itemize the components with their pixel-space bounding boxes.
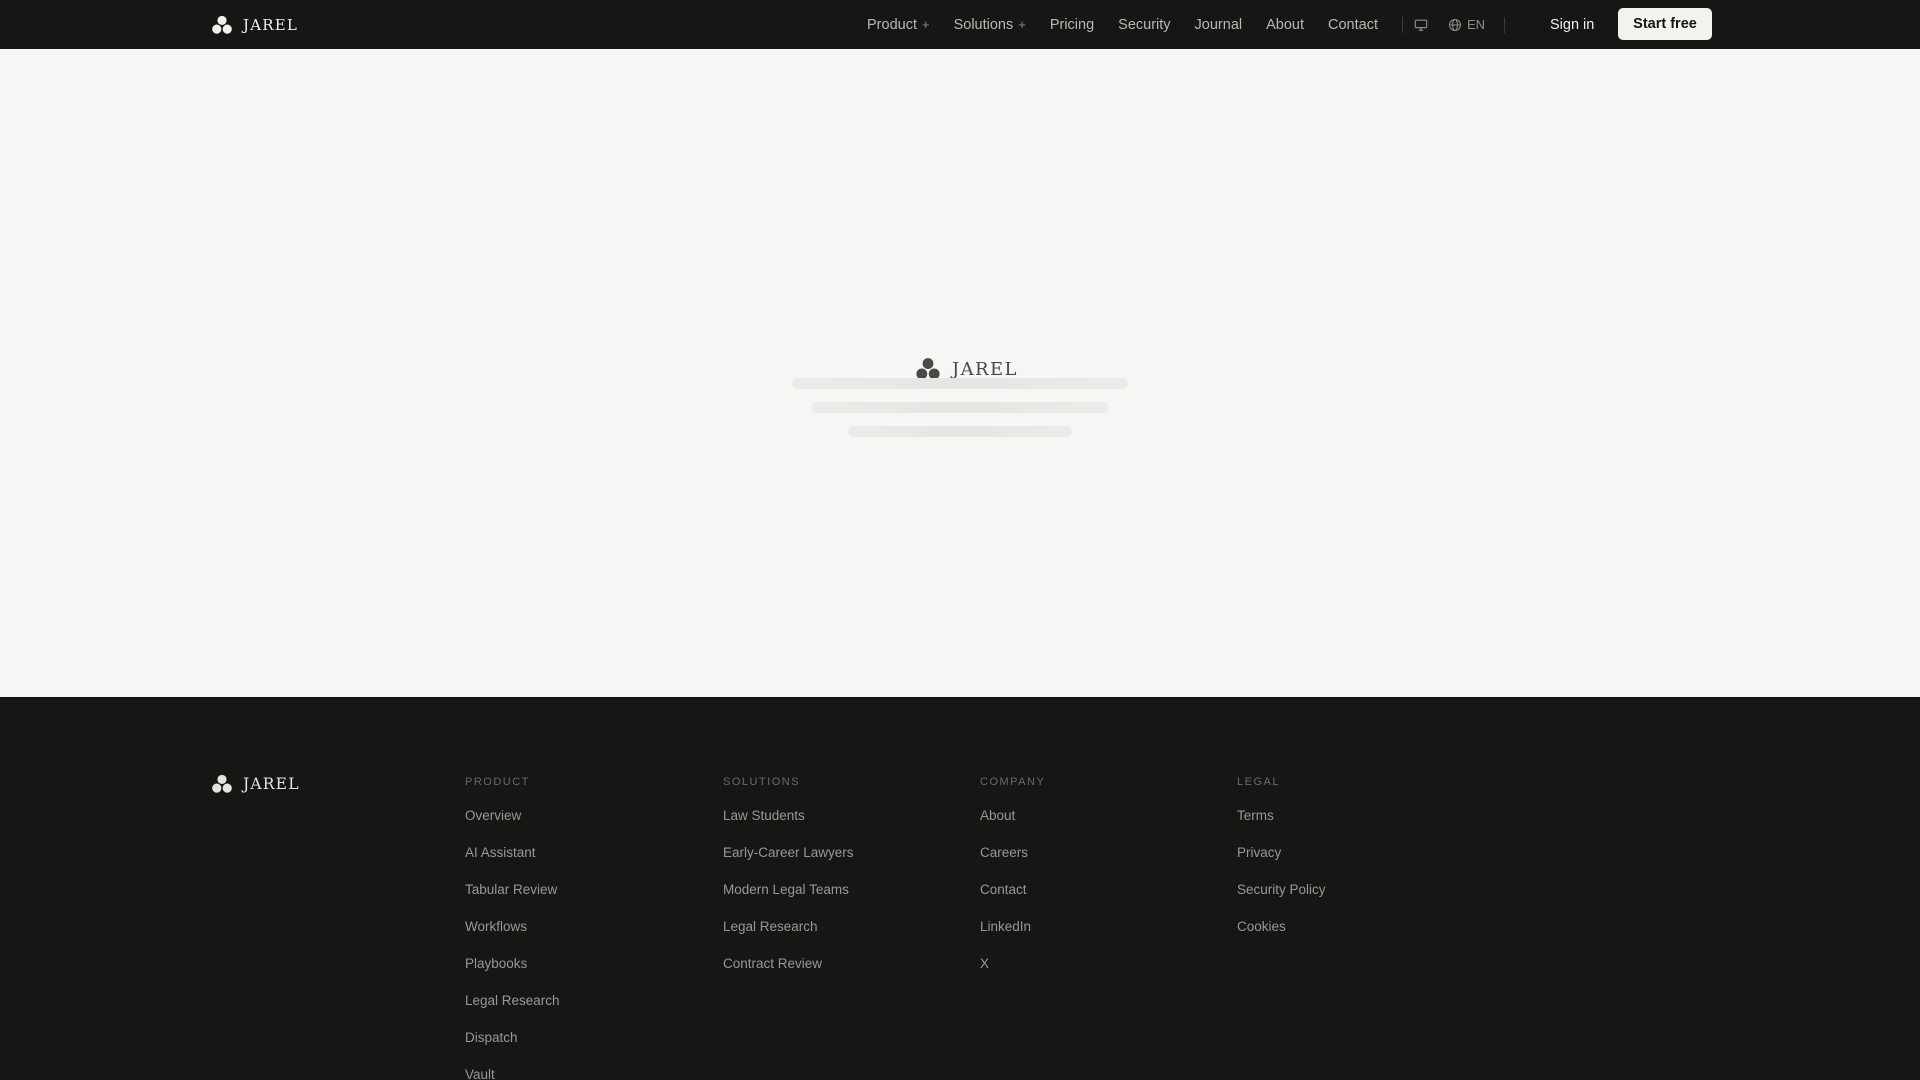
jarel-logo-icon <box>212 15 232 34</box>
footer-heading-product: PRODUCT <box>465 776 530 788</box>
plus-icon: + <box>1018 17 1026 32</box>
footer-link-security-policy[interactable]: Security Policy <box>1237 881 1326 918</box>
nav-contact[interactable]: Contact <box>1328 17 1378 33</box>
utility-controls: EN <box>1414 0 1506 49</box>
footer-link-early-career-lawyers[interactable]: Early-Career Lawyers <box>723 844 854 881</box>
footer-link-overview[interactable]: Overview <box>465 807 560 844</box>
footer-column-legal: LEGAL Terms Privacy Security Policy Cook… <box>1237 776 1326 955</box>
footer-link-contract-review[interactable]: Contract Review <box>723 955 854 992</box>
footer-link-privacy[interactable]: Privacy <box>1237 844 1326 881</box>
footer-heading-solutions: SOLUTIONS <box>723 776 801 788</box>
main-nav: Product + Solutions + Pricing Security J… <box>867 0 1403 49</box>
footer-wordmark: JAREL <box>243 775 300 793</box>
loading-placeholder: JAREL <box>0 49 1920 697</box>
footer-link-law-students[interactable]: Law Students <box>723 807 854 844</box>
nav-product-label: Product <box>867 16 917 33</box>
brand-wordmark: JAREL <box>243 15 299 34</box>
footer-link-modern-legal-teams[interactable]: Modern Legal Teams <box>723 881 854 918</box>
footer-link-contact[interactable]: Contact <box>980 881 1045 918</box>
footer-link-vault[interactable]: Vault <box>465 1066 560 1080</box>
footer-heading-legal: LEGAL <box>1237 776 1280 788</box>
footer-column-solutions: SOLUTIONS Law Students Early-Career Lawy… <box>723 776 854 992</box>
skeleton-line <box>811 402 1109 413</box>
footer-link-ai-assistant[interactable]: AI Assistant <box>465 844 560 881</box>
footer-column-company: COMPANY About Careers Contact LinkedIn X <box>980 776 1045 992</box>
footer-link-about[interactable]: About <box>980 807 1045 844</box>
footer-link-dispatch[interactable]: Dispatch <box>465 1029 560 1066</box>
nav-solutions[interactable]: Solutions + <box>954 17 1026 33</box>
footer-link-terms[interactable]: Terms <box>1237 807 1326 844</box>
nav-about[interactable]: About <box>1266 17 1304 33</box>
nav-security[interactable]: Security <box>1118 17 1170 33</box>
utility-divider <box>1504 16 1506 33</box>
sign-in-link[interactable]: Sign in <box>1550 0 1594 49</box>
footer-link-careers[interactable]: Careers <box>980 844 1045 881</box>
theme-toggle-button[interactable] <box>1414 18 1428 32</box>
language-selector[interactable]: EN <box>1448 17 1485 32</box>
footer-link-legal-research[interactable]: Legal Research <box>723 918 854 955</box>
nav-product[interactable]: Product + <box>867 17 930 33</box>
footer-brand-link[interactable]: JAREL <box>211 773 300 795</box>
footer-link-tabular-review[interactable]: Tabular Review <box>465 881 560 918</box>
skeleton-line <box>792 378 1128 389</box>
plus-icon: + <box>921 17 930 32</box>
footer-link-x[interactable]: X <box>980 955 1045 992</box>
globe-icon <box>1448 18 1462 31</box>
start-free-button[interactable]: Start free <box>1618 8 1712 40</box>
jarel-logo-icon <box>212 774 232 793</box>
skeleton-line <box>848 426 1072 437</box>
footer-column-product: PRODUCT Overview AI Assistant Tabular Re… <box>465 776 560 1080</box>
footer-link-linkedin[interactable]: LinkedIn <box>980 918 1045 955</box>
loading-wordmark: JAREL <box>952 358 1018 380</box>
footer-link-playbooks[interactable]: Playbooks <box>465 955 560 992</box>
footer-heading-company: COMPANY <box>980 776 1046 788</box>
nav-pricing[interactable]: Pricing <box>1050 17 1094 33</box>
footer-link-cookies[interactable]: Cookies <box>1237 918 1326 955</box>
nav-divider <box>1402 16 1403 33</box>
brand-home-link[interactable]: JAREL <box>211 0 298 49</box>
nav-journal[interactable]: Journal <box>1195 17 1243 33</box>
language-label: EN <box>1467 17 1486 32</box>
site-footer: JAREL PRODUCT Overview AI Assistant Tabu… <box>0 697 1920 1080</box>
nav-solutions-label: Solutions <box>953 16 1014 33</box>
monitor-icon <box>1414 19 1428 31</box>
top-navigation-bar: JAREL Product + Solutions + Pricing Secu… <box>0 0 1920 49</box>
footer-link-workflows[interactable]: Workflows <box>465 918 560 955</box>
footer-link-legal-research[interactable]: Legal Research <box>465 992 560 1029</box>
